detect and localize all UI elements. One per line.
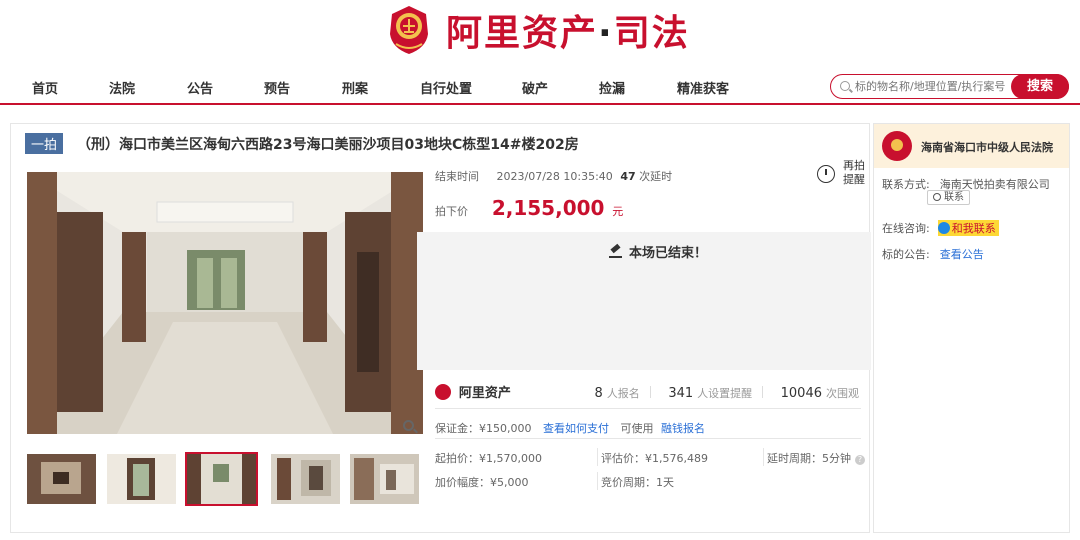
round-badge: 一拍: [25, 133, 64, 154]
main-photo[interactable]: [27, 172, 423, 434]
stats-divider: [649, 386, 651, 398]
signup-label: 人报名: [606, 387, 640, 400]
delay-period: 延时周期：5分钟?: [767, 450, 865, 466]
court-emblem-icon: [882, 131, 912, 161]
view-count: 10046: [780, 386, 822, 401]
consult-label: 在线咨询:: [882, 222, 930, 235]
start-price: 起拍价：¥1,570,000: [435, 452, 542, 465]
nav-item-previews[interactable]: 预告: [264, 78, 290, 97]
delay-count: 47: [620, 170, 636, 183]
thumbnail-3[interactable]: [185, 452, 258, 506]
logo-brand: 阿里资产: [446, 13, 599, 54]
consult-row: 在线咨询: 和我联系: [882, 220, 999, 236]
thumbnail-1[interactable]: [27, 454, 96, 504]
nav-item-bankruptcy[interactable]: 破产: [522, 78, 548, 97]
ali-assets-logo-icon: [435, 384, 451, 400]
grid-divider: [597, 472, 598, 490]
divider: [435, 408, 861, 409]
how-to-pay-link[interactable]: 查看如何支付: [543, 422, 609, 435]
court-header: 海南省海口市中级人民法院: [874, 124, 1069, 168]
nav-item-precision[interactable]: 精准获客: [677, 78, 729, 97]
main-nav: 首页 法院 公告 预告 刑案 自行处置 破产 捡漏 精准获客 搜索: [0, 68, 1080, 105]
nav-item-courts[interactable]: 法院: [109, 78, 135, 97]
contact-button-label: 联系: [944, 192, 964, 203]
end-time-label: 结束时间: [435, 170, 479, 183]
court-emblem-icon: [386, 4, 432, 56]
nav-item-notices[interactable]: 公告: [187, 78, 213, 97]
stats-divider: [762, 386, 764, 398]
search-button[interactable]: 搜索: [1011, 73, 1069, 99]
thumbnail-2[interactable]: [107, 454, 176, 504]
nav-item-home[interactable]: 首页: [32, 78, 58, 97]
auction-card: 一拍 （刑）海口市美兰区海甸六西路23号海口美丽沙项目03地块C栋型14#楼20…: [10, 123, 871, 533]
logo-separator: ·: [598, 13, 614, 54]
divider: [435, 438, 861, 439]
grid-divider: [763, 448, 764, 466]
help-icon[interactable]: ?: [855, 455, 865, 465]
end-time-row: 结束时间 2023/07/28 10:35:40 47 次延时: [435, 168, 672, 184]
remind-label: 再拍提醒: [843, 159, 865, 186]
ended-text: 本场已结束！: [629, 246, 708, 261]
site-header: 阿里资产·司法: [0, 0, 1080, 66]
appraisal-price: 评估价：¥1,576,489: [601, 452, 708, 465]
search-box: 搜索: [830, 73, 1069, 99]
thumbnail-5[interactable]: [350, 454, 419, 504]
end-time-value: 2023/07/28 10:35:40: [496, 170, 613, 183]
phone-icon: [933, 193, 941, 201]
notice-row: 标的公告: 查看公告: [882, 246, 984, 262]
title-row: 一拍 （刑）海口市美兰区海甸六西路23号海口美丽沙项目03地块C栋型14#楼20…: [25, 133, 579, 154]
view-notice-link[interactable]: 查看公告: [940, 248, 984, 261]
bid-period: 竞价周期：1天: [601, 476, 674, 489]
view-label: 次围观: [826, 387, 859, 400]
alarm-clock-icon: [817, 165, 835, 183]
grid-divider: [597, 448, 598, 466]
auction-stats: 8 人报名 341 人设置提醒 10046 次围观: [581, 385, 859, 401]
bid-increment: 加价幅度：¥5,000: [435, 476, 529, 489]
delay-period-text: 延时周期：5分钟: [767, 452, 851, 465]
search-icon: [840, 81, 850, 91]
brand-name: 阿里资产: [458, 386, 511, 401]
nav-item-criminal[interactable]: 刑案: [342, 78, 368, 97]
thumbnail-strip: [27, 452, 423, 506]
brand-row: 阿里资产: [435, 382, 511, 401]
site-logo[interactable]: 阿里资产·司法: [386, 4, 690, 56]
chat-icon: [937, 222, 950, 234]
logo-text: 阿里资产·司法: [446, 4, 690, 56]
finance-signup-link[interactable]: 融钱报名: [661, 422, 705, 435]
reminder-label: 人设置提醒: [697, 387, 753, 400]
delay-count-label: 次延时: [639, 170, 673, 183]
contact-label: 联系方式:: [882, 178, 930, 191]
ended-status: 本场已结束！: [609, 242, 707, 261]
thumbnail-4[interactable]: [271, 454, 340, 504]
contact-button[interactable]: 联系: [927, 190, 970, 205]
nav-item-self-disposal[interactable]: 自行处置: [420, 78, 472, 97]
chat-button[interactable]: 和我联系: [937, 220, 999, 236]
deal-price-unit: 元: [612, 205, 624, 218]
deal-price-label: 拍下价: [435, 205, 468, 218]
remind-button[interactable]: 再拍提醒: [817, 159, 869, 193]
court-name[interactable]: 海南省海口市中级人民法院: [921, 139, 1053, 155]
reminder-count: 341: [668, 386, 694, 401]
search-input[interactable]: [855, 78, 1015, 95]
page-title: （刑）海口市美兰区海甸六西路23号海口美丽沙项目03地块C栋型14#楼202房: [77, 136, 579, 153]
signup-count: 8: [594, 386, 603, 401]
court-panel: 海南省海口市中级人民法院 联系方式: 海南天悦拍卖有限公司 联系 在线咨询: 和我联…: [873, 123, 1070, 533]
deposit-row: 保证金：¥150,000 查看如何支付 可使用 融钱报名: [435, 420, 705, 436]
zoom-icon[interactable]: [403, 420, 414, 431]
deal-price: 2,155,000: [491, 196, 605, 220]
chat-button-label: 和我联系: [951, 222, 996, 235]
deposit-amount: 保证金：¥150,000: [435, 422, 532, 435]
logo-suffix: 司法: [613, 13, 690, 54]
gavel-icon: [609, 246, 623, 258]
notice-label: 标的公告:: [882, 248, 930, 261]
auction-ended-panel: 本场已结束！: [417, 232, 871, 370]
deal-price-row: 拍下价 2,155,000 元: [435, 196, 623, 220]
deposit-note: 可使用: [620, 422, 654, 435]
nav-item-bargains[interactable]: 捡漏: [599, 78, 625, 97]
